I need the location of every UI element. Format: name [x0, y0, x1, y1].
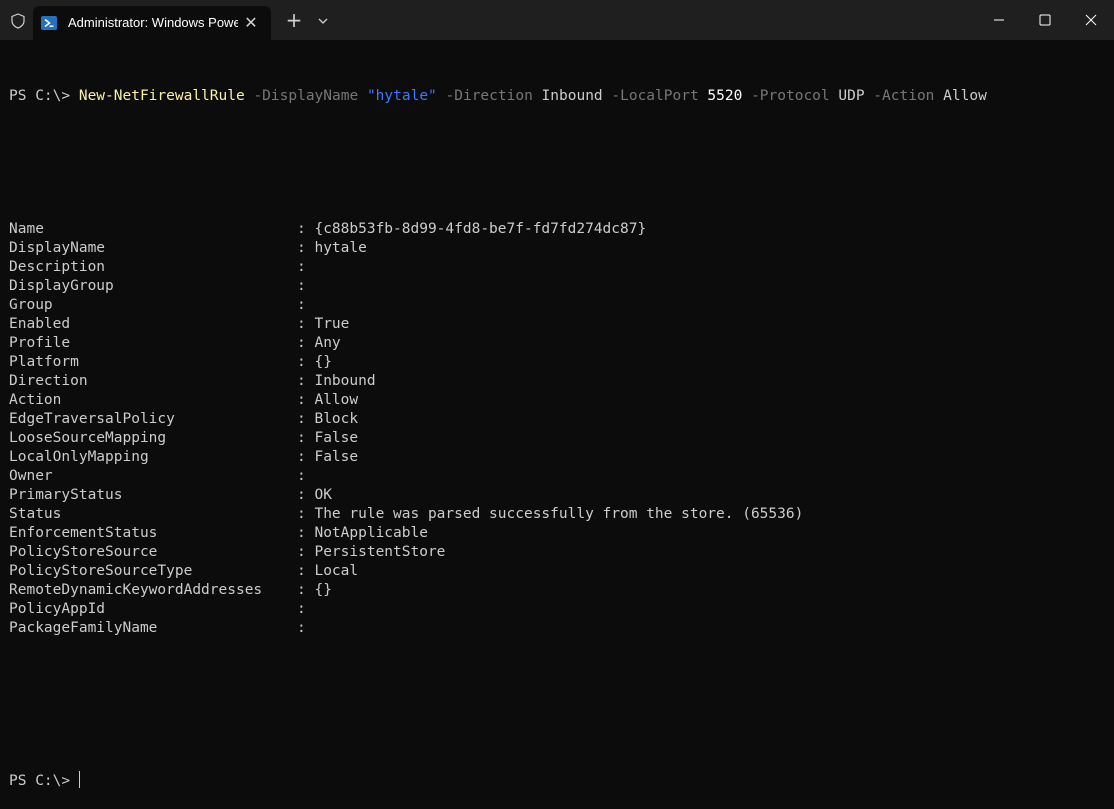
property-name: LocalOnlyMapping: [9, 449, 149, 465]
output-row: Direction : Inbound: [9, 372, 1109, 391]
output-row: DisplayGroup:: [9, 277, 1109, 296]
property-name: Description: [9, 259, 106, 275]
value-action: Allow: [943, 88, 987, 104]
param-action: -Action: [864, 88, 944, 104]
property-value: : False: [297, 430, 359, 446]
property-value: : PersistentStore: [297, 544, 446, 560]
property-value: : {}: [297, 582, 332, 598]
output-row: Owner:: [9, 467, 1109, 486]
param-localport: -LocalPort: [602, 88, 708, 104]
window-close-button[interactable]: [1068, 0, 1114, 40]
property-value: : Block: [297, 411, 359, 427]
property-name: PolicyStoreSource: [9, 544, 158, 560]
value-protocol: UDP: [838, 88, 865, 104]
property-value: : False: [297, 449, 359, 465]
property-value: : Allow: [297, 392, 359, 408]
property-name: Group: [9, 297, 53, 313]
output-row: PrimaryStatus : OK: [9, 486, 1109, 505]
window-close-icon: [1085, 14, 1097, 26]
output-row: Status : The rule was parsed successfully…: [9, 505, 1109, 524]
property-name: DisplayGroup: [9, 278, 114, 294]
property-name: Profile: [9, 335, 71, 351]
output-row: Platform : {}: [9, 353, 1109, 372]
output-row: Group:: [9, 296, 1109, 315]
command-line: PS C:\> New-NetFirewallRule -DisplayName…: [9, 87, 1109, 106]
param-protocol: -Protocol: [742, 88, 839, 104]
property-value: : {c88b53fb-8d99-4fd8-be7f-fd7fd274dc87}: [297, 221, 647, 237]
text-cursor: [79, 771, 81, 788]
output-row: EnforcementStatus : NotApplicable: [9, 524, 1109, 543]
value-direction: Inbound: [541, 88, 603, 104]
output-row: LooseSourceMapping : False: [9, 429, 1109, 448]
property-value: : Inbound: [297, 373, 376, 389]
minimize-icon: [994, 19, 1004, 21]
property-name: PolicyStoreSourceType: [9, 563, 193, 579]
output-row: LocalOnlyMapping : False: [9, 448, 1109, 467]
output-row: PolicyAppId:: [9, 600, 1109, 619]
property-name: Name: [9, 221, 44, 237]
chevron-down-icon[interactable]: [314, 12, 332, 30]
final-prompt: PS C:\>: [9, 773, 71, 789]
output-row: PackageFamilyName:: [9, 619, 1109, 638]
property-value: :: [297, 297, 306, 313]
property-name: DisplayName: [9, 240, 106, 256]
prompt-line: PS C:\>: [9, 771, 1109, 790]
property-value: : OK: [297, 487, 332, 503]
property-list: Name : {c88b53fb-8d99-4fd8-be7f-fd7fd274d…: [9, 220, 1109, 638]
property-value: :: [297, 601, 306, 617]
property-value: :: [297, 278, 306, 294]
property-name: EnforcementStatus: [9, 525, 158, 541]
terminal-output[interactable]: PS C:\> New-NetFirewallRule -DisplayName…: [9, 49, 1109, 809]
maximize-icon: [1039, 14, 1051, 26]
plus-icon[interactable]: +: [284, 10, 304, 30]
property-name: PackageFamilyName: [9, 620, 158, 636]
minimize-button[interactable]: [976, 0, 1022, 40]
property-value: : The rule was parsed successfully from …: [297, 506, 804, 522]
property-value: :: [297, 468, 306, 484]
property-value: :: [297, 620, 306, 636]
maximize-button[interactable]: [1022, 0, 1068, 40]
output-row: EdgeTraversalPolicy : Block: [9, 410, 1109, 429]
property-name: RemoteDynamicKeywordAddresses: [9, 582, 263, 598]
output-row: Description:: [9, 258, 1109, 277]
title-bar: Administrator: Windows Powe ✕ +: [0, 0, 1114, 40]
property-value: : Local: [297, 563, 359, 579]
output-row: DisplayName : hytale: [9, 239, 1109, 258]
property-name: Platform: [9, 354, 79, 370]
output-row: Action : Allow: [9, 391, 1109, 410]
output-row: Name : {c88b53fb-8d99-4fd8-be7f-fd7fd274d…: [9, 220, 1109, 239]
property-name: LooseSourceMapping: [9, 430, 167, 446]
prompt: PS C:\>: [9, 88, 79, 104]
property-name: PolicyAppId: [9, 601, 106, 617]
close-icon[interactable]: ✕: [240, 12, 262, 34]
tab-powershell[interactable]: Administrator: Windows Powe ✕: [33, 6, 271, 40]
param-direction: -Direction: [436, 88, 542, 104]
value-displayname: "hytale": [366, 88, 437, 104]
property-value: : hytale: [297, 240, 367, 256]
output-row: Enabled : True: [9, 315, 1109, 334]
property-value: : {}: [297, 354, 332, 370]
property-name: PrimaryStatus: [9, 487, 123, 503]
property-value: :: [297, 259, 306, 275]
property-name: Owner: [9, 468, 53, 484]
powershell-icon: [41, 16, 57, 30]
output-row: PolicyStoreSourceType : Local: [9, 562, 1109, 581]
shield-icon: [11, 13, 25, 29]
property-value: : True: [297, 316, 350, 332]
property-value: : Any: [297, 335, 341, 351]
property-name: EdgeTraversalPolicy: [9, 411, 175, 427]
property-value: : NotApplicable: [297, 525, 428, 541]
property-name: Status: [9, 506, 62, 522]
param-displayname: -DisplayName: [244, 88, 367, 104]
property-name: Direction: [9, 373, 88, 389]
output-row: RemoteDynamicKeywordAddresses : {}: [9, 581, 1109, 600]
value-localport: 5520: [707, 88, 743, 104]
output-row: PolicyStoreSource : PersistentStore: [9, 543, 1109, 562]
tab-title: Administrator: Windows Powe: [68, 15, 238, 30]
output-row: Profile : Any: [9, 334, 1109, 353]
property-name: Enabled: [9, 316, 71, 332]
property-name: Action: [9, 392, 62, 408]
cmdlet: New-NetFirewallRule: [78, 88, 245, 104]
